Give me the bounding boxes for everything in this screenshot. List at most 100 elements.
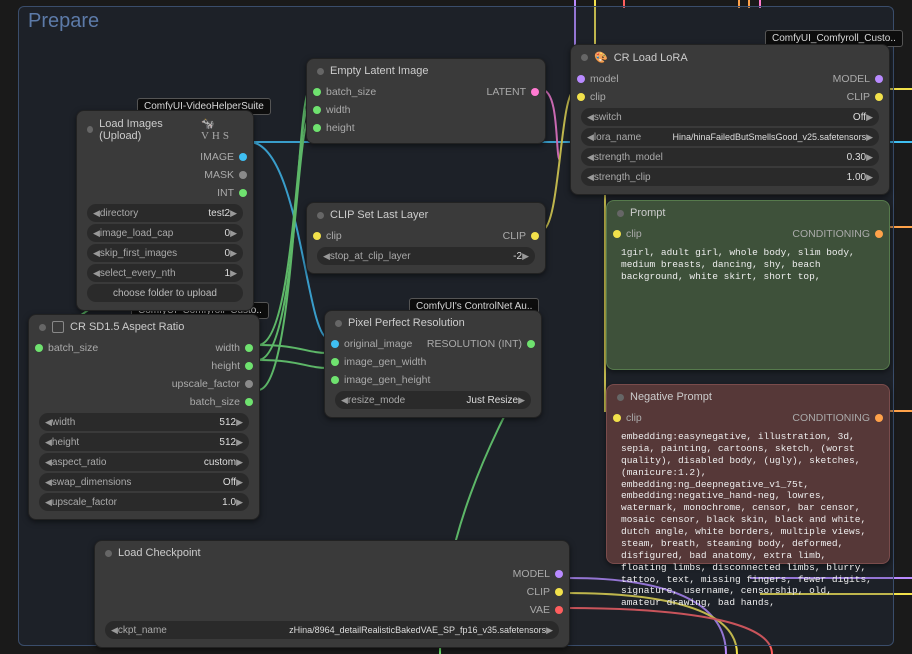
widget-skip-first-images[interactable]: ◀skip_first_images0▶ [87, 244, 243, 262]
widget-strength-clip[interactable]: ◀strength_clip1.00▶ [581, 168, 879, 186]
choose-folder-button[interactable]: choose folder to upload [87, 284, 243, 302]
out-lclip-port[interactable] [875, 93, 883, 101]
out-model-port[interactable] [875, 75, 883, 83]
clip-set-last-title: CLIP Set Last Layer [330, 209, 428, 221]
out-ckpt-model-port[interactable] [555, 570, 563, 578]
prompt-title: Prompt [630, 207, 665, 219]
node-empty-latent[interactable]: Empty Latent Image batch_size LATENT wid… [306, 58, 546, 144]
chevron-left-icon[interactable]: ◀ [93, 248, 100, 259]
cr-lora-title: CR Load LoRA [614, 52, 688, 64]
chevron-right-icon[interactable]: ▶ [230, 208, 237, 219]
chevron-left-icon[interactable]: ◀ [587, 112, 594, 123]
out-pcond-port[interactable] [875, 230, 883, 238]
chevron-right-icon[interactable]: ▶ [522, 251, 529, 262]
out-int-port[interactable] [239, 189, 247, 197]
node-clip-set-last[interactable]: CLIP Set Last Layer clip CLIP ◀stop_at_c… [306, 202, 546, 274]
prompt-text[interactable]: 1girl, adult girl, whole body, slim body… [613, 243, 883, 291]
widget-select-every-nth[interactable]: ◀select_every_nth1▶ [87, 264, 243, 282]
out-ckpt-vae-port[interactable] [555, 606, 563, 614]
chevron-right-icon[interactable]: ▶ [866, 132, 873, 143]
in-npclip-port[interactable] [613, 414, 621, 422]
out-ckpt-clip-port[interactable] [555, 588, 563, 596]
chevron-left-icon[interactable]: ◀ [587, 172, 594, 183]
chevron-right-icon[interactable]: ▶ [236, 477, 243, 488]
in-lclip-port[interactable] [577, 93, 585, 101]
node-cr-lora[interactable]: 🎨CR Load LoRA model MODEL clip CLIP ◀swi… [570, 44, 890, 195]
chevron-right-icon[interactable]: ▶ [518, 395, 525, 406]
chevron-left-icon[interactable]: ◀ [111, 625, 118, 636]
widget-lora-name[interactable]: ◀lora_nameHina/hinaFailedButSmellsGood_v… [581, 128, 879, 146]
widget-resize-mode[interactable]: ◀resize_modeJust Resize▶ [335, 391, 531, 409]
widget-switch[interactable]: ◀switchOff▶ [581, 108, 879, 126]
widget-image-load-cap[interactable]: ◀image_load_cap0▶ [87, 224, 243, 242]
chevron-right-icon[interactable]: ▶ [236, 437, 243, 448]
in-origimg-port[interactable] [331, 340, 339, 348]
node-load-images[interactable]: Load Images (Upload)🐄VHS IMAGE MASK INT … [76, 110, 254, 311]
chevron-left-icon[interactable]: ◀ [341, 395, 348, 406]
checkbox-icon[interactable] [52, 321, 64, 333]
node-pixel-perfect[interactable]: Pixel Perfect Resolution original_image … [324, 310, 542, 418]
neg-prompt-text[interactable]: embedding:easynegative, illustration, 3d… [613, 427, 883, 617]
in-genw-port[interactable] [331, 358, 339, 366]
chevron-right-icon[interactable]: ▶ [230, 268, 237, 279]
neg-prompt-title: Negative Prompt [630, 391, 712, 403]
out-mask-port[interactable] [239, 171, 247, 179]
node-load-checkpoint[interactable]: Load Checkpoint MODEL CLIP VAE ◀ckpt_nam… [94, 540, 570, 648]
widget-cr-aspect[interactable]: ◀aspect_ratiocustom▶ [39, 453, 249, 471]
chevron-right-icon[interactable]: ▶ [236, 497, 243, 508]
out-batchsize-port[interactable] [245, 398, 253, 406]
chevron-left-icon[interactable]: ◀ [323, 251, 330, 262]
node-negative-prompt[interactable]: Negative Prompt clip CONDITIONING embedd… [606, 384, 890, 564]
out-mask-label: MASK [204, 169, 234, 181]
load-ckpt-title: Load Checkpoint [118, 547, 201, 559]
chevron-right-icon[interactable]: ▶ [236, 417, 243, 428]
chevron-left-icon[interactable]: ◀ [45, 457, 52, 468]
palette-icon: 🎨 [594, 51, 608, 64]
chevron-right-icon[interactable]: ▶ [230, 228, 237, 239]
node-prompt[interactable]: Prompt clip CONDITIONING 1girl, adult gi… [606, 200, 890, 370]
out-upscale-port[interactable] [245, 380, 253, 388]
chevron-right-icon[interactable]: ▶ [546, 625, 553, 636]
chevron-right-icon[interactable]: ▶ [866, 112, 873, 123]
in-elheight-port[interactable] [313, 124, 321, 132]
out-latent-port[interactable] [531, 88, 539, 96]
widget-cr-width[interactable]: ◀width512▶ [39, 413, 249, 431]
chevron-right-icon[interactable]: ▶ [866, 172, 873, 183]
node-cr-aspect[interactable]: CR SD1.5 Aspect Ratio batch_size width h… [28, 314, 260, 520]
chevron-left-icon[interactable]: ◀ [93, 228, 100, 239]
chevron-left-icon[interactable]: ◀ [45, 417, 52, 428]
in-model-port[interactable] [577, 75, 585, 83]
in-batchsize-port[interactable] [35, 344, 43, 352]
chevron-right-icon[interactable]: ▶ [230, 248, 237, 259]
out-npcond-port[interactable] [875, 414, 883, 422]
widget-strength-model[interactable]: ◀strength_model0.30▶ [581, 148, 879, 166]
out-res-port[interactable] [527, 340, 535, 348]
out-image-port[interactable] [239, 153, 247, 161]
chevron-left-icon[interactable]: ◀ [93, 208, 100, 219]
chevron-left-icon[interactable]: ◀ [45, 477, 52, 488]
chevron-left-icon[interactable]: ◀ [587, 152, 594, 163]
out-clip-port[interactable] [531, 232, 539, 240]
widget-ckpt-name[interactable]: ◀ckpt_namezHina/8964_detailRealisticBake… [105, 621, 559, 639]
widget-stop-at-clip-layer[interactable]: ◀stop_at_clip_layer-2▶ [317, 247, 535, 265]
in-genh-port[interactable] [331, 376, 339, 384]
load-images-title: Load Images (Upload) [99, 118, 195, 142]
chevron-left-icon[interactable]: ◀ [93, 268, 100, 279]
chevron-right-icon[interactable]: ▶ [236, 457, 243, 468]
in-clip-port[interactable] [313, 232, 321, 240]
chevron-right-icon[interactable]: ▶ [866, 152, 873, 163]
chevron-left-icon[interactable]: ◀ [45, 437, 52, 448]
chevron-left-icon[interactable]: ◀ [587, 132, 594, 143]
widget-cr-swap[interactable]: ◀swap_dimensionsOff▶ [39, 473, 249, 491]
in-batch-port[interactable] [313, 88, 321, 96]
out-height-port[interactable] [245, 362, 253, 370]
in-elwidth-port[interactable] [313, 106, 321, 114]
in-pclip-port[interactable] [613, 230, 621, 238]
widget-cr-upscalef[interactable]: ◀upscale_factor1.0▶ [39, 493, 249, 511]
chevron-left-icon[interactable]: ◀ [45, 497, 52, 508]
out-width-port[interactable] [245, 344, 253, 352]
empty-latent-title: Empty Latent Image [330, 65, 428, 77]
widget-directory[interactable]: ◀directorytest2▶ [87, 204, 243, 222]
out-image-label: IMAGE [200, 151, 234, 163]
widget-cr-height[interactable]: ◀height512▶ [39, 433, 249, 451]
